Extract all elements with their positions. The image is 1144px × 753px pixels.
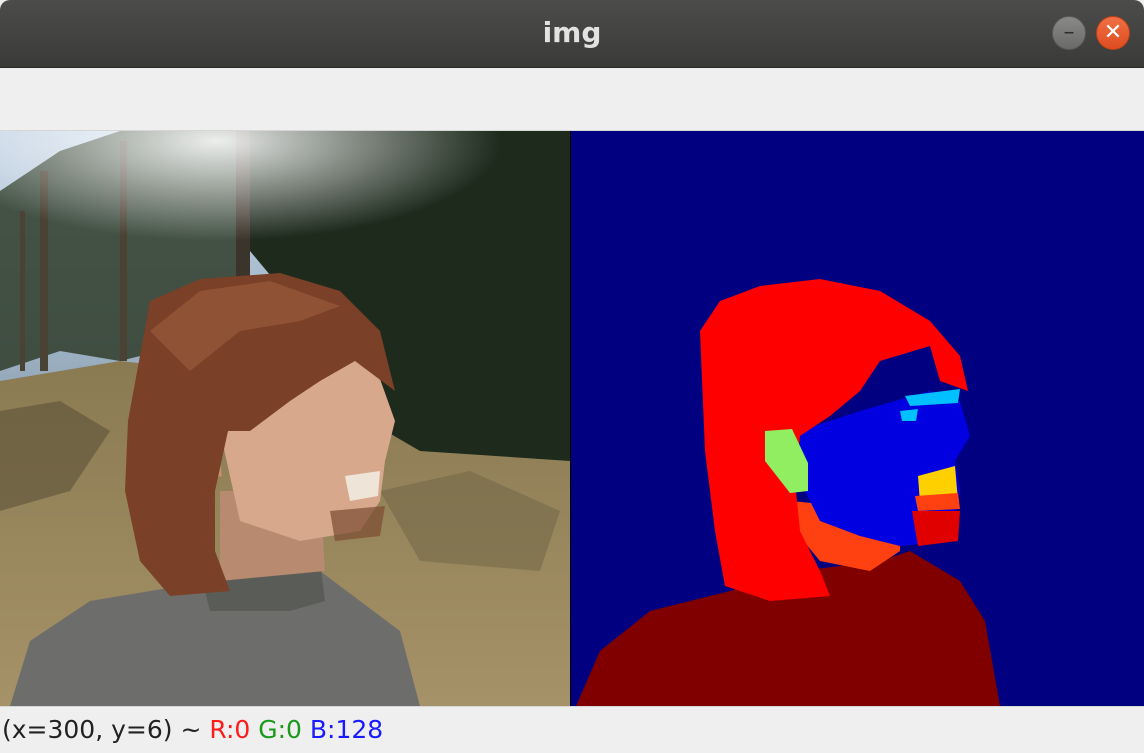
toolbar	[0, 68, 1144, 131]
close-button[interactable]: ✕	[1096, 16, 1130, 50]
image-canvas[interactable]	[0, 131, 1144, 706]
blue-value: B:128	[309, 715, 384, 744]
image-display	[0, 131, 1144, 706]
close-icon: ✕	[1103, 20, 1123, 45]
minimize-icon: –	[1063, 20, 1075, 45]
segmentation-mask	[571, 131, 1144, 706]
green-value: G:0	[258, 715, 302, 744]
minimize-button[interactable]: –	[1052, 16, 1086, 50]
window-title: img	[542, 16, 602, 49]
red-value: R:0	[209, 715, 251, 744]
original-photo	[0, 131, 570, 706]
status-bar: (x=300, y=6) ~ R:0 G:0 B:128	[0, 706, 1144, 753]
image-window: img – ✕ (x=300, y=6) ~ R:0 G:0 B:128	[0, 0, 1144, 753]
title-bar[interactable]: img – ✕	[0, 0, 1144, 68]
cursor-coordinates: (x=300, y=6) ~	[2, 715, 210, 744]
